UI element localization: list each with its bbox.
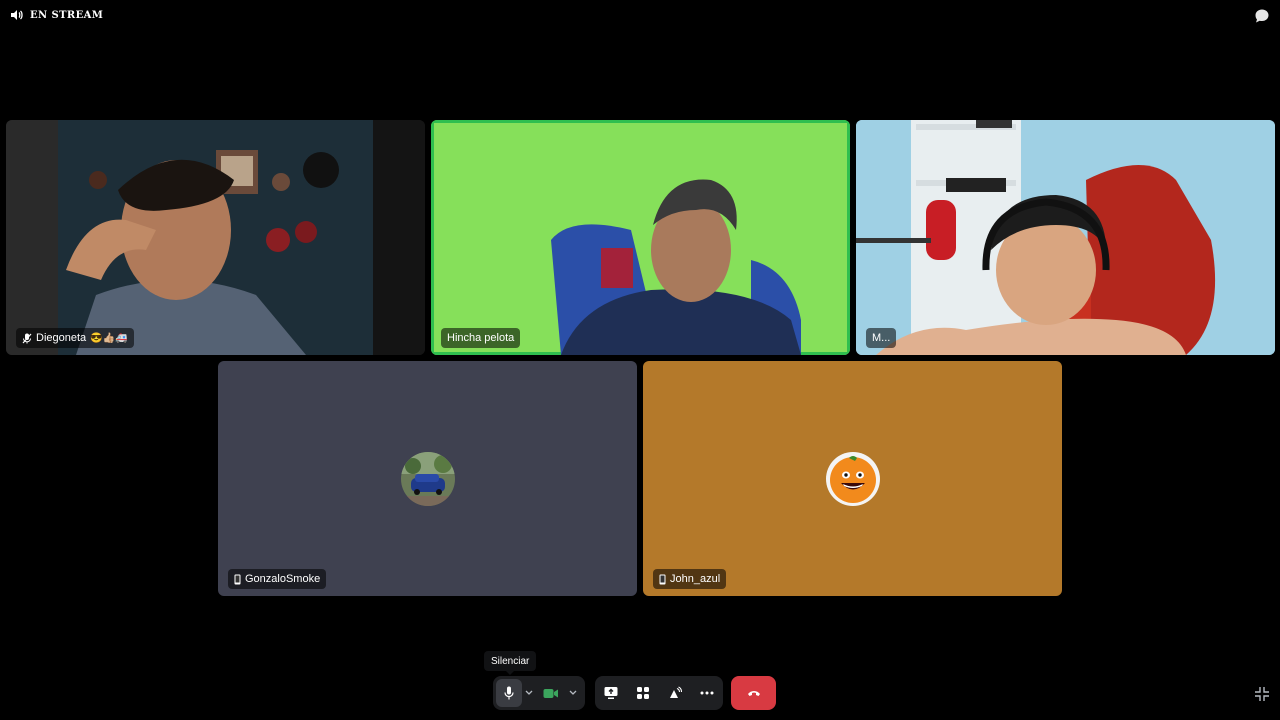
stream-indicator: EN STREAM (10, 9, 103, 21)
video-tile-hincha-pelota[interactable]: Hincha pelota (431, 120, 850, 355)
microphone-icon (504, 686, 514, 700)
mic-tooltip: Silenciar (484, 651, 537, 675)
avatar (400, 451, 455, 506)
chevron-down-icon (525, 690, 533, 695)
soundboard-button[interactable] (660, 676, 690, 710)
more-icon (700, 691, 714, 695)
participant-video (856, 120, 1275, 355)
soundboard-icon (670, 686, 682, 698)
camera-options-button[interactable] (566, 676, 580, 710)
chat-bubble-icon[interactable] (1254, 8, 1270, 24)
participant-name: Hincha pelota (447, 332, 515, 344)
screen-share-icon (604, 687, 618, 699)
screen-share-button[interactable] (596, 676, 626, 710)
mobile-icon (234, 574, 241, 584)
participant-name-tag: Hincha pelota (441, 328, 521, 348)
chevron-down-icon (569, 690, 577, 695)
camera-button[interactable] (536, 676, 566, 710)
participant-name: Diegoneta (36, 332, 87, 344)
stream-label: EN STREAM (30, 9, 104, 21)
hang-up-icon (747, 691, 760, 696)
participant-video (434, 123, 847, 355)
mute-button[interactable] (496, 679, 522, 707)
camera-icon (543, 688, 558, 698)
mic-options-button[interactable] (522, 676, 536, 710)
mobile-icon (659, 574, 666, 584)
participant-name-tag: John_azul (653, 569, 727, 589)
avatar (825, 451, 880, 506)
more-options-button[interactable] (692, 676, 722, 710)
video-tile-m[interactable]: M... (856, 120, 1275, 355)
participant-name: GonzaloSmoke (245, 573, 321, 585)
activities-button[interactable] (628, 676, 658, 710)
participant-video (6, 120, 425, 355)
participant-name: M... (872, 332, 891, 344)
actions-group (595, 676, 723, 710)
video-tile-diegoneta[interactable]: Diegoneta 😎👍🏼🚑 (6, 120, 425, 355)
audio-tile-john-azul[interactable]: John_azul (643, 361, 1062, 596)
audio-tile-gonzalosmoke[interactable]: GonzaloSmoke (218, 361, 637, 596)
speaker-icon (11, 10, 23, 20)
participant-name-tag: M... (866, 328, 897, 348)
top-bar: EN STREAM (0, 0, 1280, 32)
call-controls (0, 676, 1280, 710)
av-controls-group (493, 676, 585, 710)
participant-badges: 😎👍🏼🚑 (90, 332, 128, 344)
participant-name-tag: Diegoneta 😎👍🏼🚑 (16, 328, 134, 348)
muted-mic-icon (22, 333, 32, 343)
collapse-icon[interactable] (1254, 686, 1270, 702)
participant-name-tag: GonzaloSmoke (228, 569, 327, 589)
participant-name: John_azul (670, 573, 721, 585)
disconnect-button[interactable] (731, 676, 776, 710)
activities-icon (637, 687, 649, 699)
